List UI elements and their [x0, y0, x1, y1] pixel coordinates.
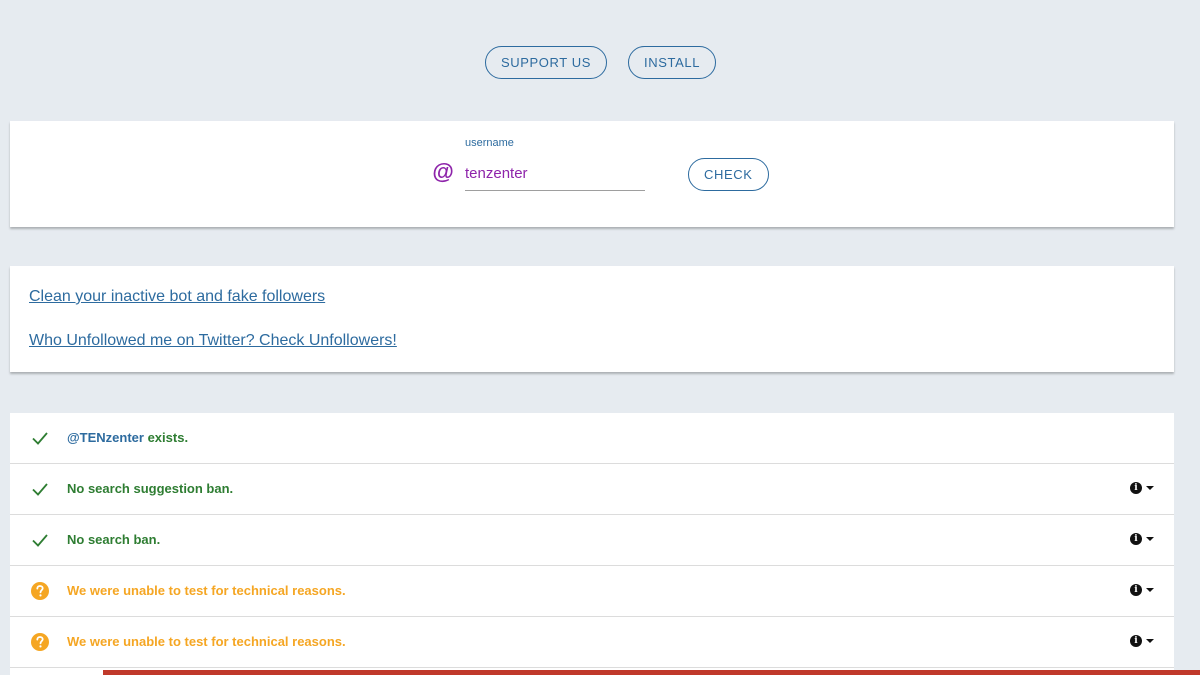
results-list: @TENzenter exists. No search suggestion …	[10, 413, 1174, 675]
info-icon: i	[1130, 482, 1142, 494]
check-icon	[32, 483, 48, 496]
result-row-search-ban: No search ban. i	[10, 515, 1174, 566]
at-icon: @	[432, 159, 454, 184]
caret-down-icon	[1146, 537, 1154, 541]
unfollowers-link[interactable]: Who Unfollowed me on Twitter? Check Unfo…	[29, 332, 397, 350]
result-row-search-suggestion-ban: No search suggestion ban. i	[10, 464, 1174, 515]
result-message: We were unable to test for technical rea…	[67, 583, 346, 598]
question-circle-icon	[31, 582, 49, 600]
username-label: username	[465, 137, 514, 149]
check-button[interactable]: CHECK	[688, 158, 769, 191]
info-icon: i	[1130, 584, 1142, 596]
install-button[interactable]: INSTALL	[628, 46, 717, 79]
info-dropdown-toggle[interactable]: i	[1130, 480, 1158, 496]
result-row-unable-test-2: We were unable to test for technical rea…	[10, 617, 1174, 668]
result-text: @TENzenter exists.	[67, 430, 188, 445]
info-icon: i	[1130, 635, 1142, 647]
caret-down-icon	[1146, 639, 1154, 643]
clean-followers-link[interactable]: Clean your inactive bot and fake followe…	[29, 288, 325, 306]
caret-down-icon	[1146, 486, 1154, 490]
question-circle-icon	[31, 633, 49, 651]
result-row-unable-test-1: We were unable to test for technical rea…	[10, 566, 1174, 617]
username-handle[interactable]: @TENzenter	[67, 430, 144, 445]
result-message: No search suggestion ban.	[67, 481, 234, 496]
top-actions: SUPPORT US INSTALL	[485, 46, 717, 79]
support-us-button[interactable]: SUPPORT US	[485, 46, 608, 79]
info-dropdown-toggle[interactable]: i	[1130, 582, 1158, 598]
username-input[interactable]	[465, 157, 645, 191]
check-icon	[32, 432, 48, 445]
info-icon: i	[1130, 533, 1142, 545]
caret-down-icon	[1146, 588, 1154, 592]
result-message: No search ban.	[67, 532, 161, 547]
info-dropdown-toggle[interactable]: i	[1130, 531, 1158, 547]
check-icon	[32, 534, 48, 547]
result-message: exists.	[143, 430, 189, 445]
result-message: We were unable to test for technical rea…	[67, 634, 346, 649]
result-row-exists: @TENzenter exists.	[10, 413, 1174, 464]
promo-links-card: Clean your inactive bot and fake followe…	[10, 266, 1174, 372]
bottom-progress-bar	[103, 670, 1200, 675]
username-check-card: @ username CHECK	[10, 121, 1174, 227]
info-dropdown-toggle[interactable]: i	[1130, 633, 1158, 649]
